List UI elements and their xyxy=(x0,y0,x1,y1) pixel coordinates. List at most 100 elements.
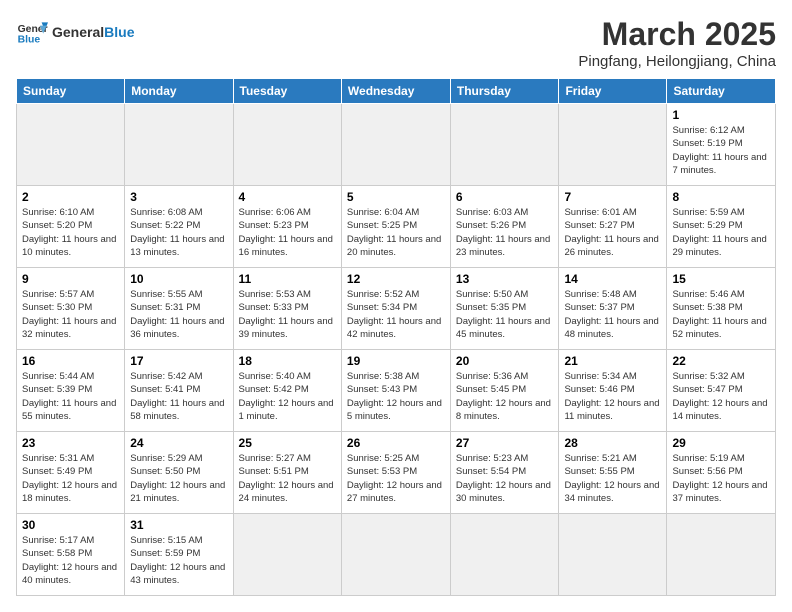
day-number: 28 xyxy=(564,436,661,450)
calendar-day-cell: 28 Sunrise: 5:21 AM Sunset: 5:55 PM Dayli… xyxy=(559,432,667,514)
calendar-day-cell: 24 Sunrise: 5:29 AM Sunset: 5:50 PM Dayli… xyxy=(125,432,233,514)
weekday-header: Friday xyxy=(559,79,667,104)
calendar-day-cell: 13 Sunrise: 5:50 AM Sunset: 5:35 PM Dayli… xyxy=(450,268,559,350)
calendar-day-cell: 29 Sunrise: 5:19 AM Sunset: 5:56 PM Dayli… xyxy=(667,432,776,514)
day-info: Sunrise: 5:23 AM Sunset: 5:54 PM Dayligh… xyxy=(456,452,554,505)
day-info: Sunrise: 5:31 AM Sunset: 5:49 PM Dayligh… xyxy=(22,452,119,505)
day-number: 14 xyxy=(564,272,661,286)
calendar-week-row: 9 Sunrise: 5:57 AM Sunset: 5:30 PM Daylig… xyxy=(17,268,776,350)
day-info: Sunrise: 5:17 AM Sunset: 5:58 PM Dayligh… xyxy=(22,534,119,587)
calendar-day-cell xyxy=(559,514,667,596)
day-number: 26 xyxy=(347,436,445,450)
calendar-day-cell: 31 Sunrise: 5:15 AM Sunset: 5:59 PM Dayli… xyxy=(125,514,233,596)
day-info: Sunrise: 5:29 AM Sunset: 5:50 PM Dayligh… xyxy=(130,452,227,505)
weekday-header: Monday xyxy=(125,79,233,104)
calendar-day-cell: 21Sunrise: 5:34 AM Sunset: 5:46 PM Dayli… xyxy=(559,350,667,432)
day-info: Sunrise: 5:40 AM Sunset: 5:42 PM Dayligh… xyxy=(239,370,336,423)
day-info: Sunrise: 5:57 AM Sunset: 5:30 PM Dayligh… xyxy=(22,288,119,341)
svg-text:Blue: Blue xyxy=(18,34,41,45)
calendar-day-cell xyxy=(450,514,559,596)
calendar-day-cell: 10Sunrise: 5:55 AM Sunset: 5:31 PM Dayli… xyxy=(125,268,233,350)
day-info: Sunrise: 5:19 AM Sunset: 5:56 PM Dayligh… xyxy=(672,452,770,505)
day-number: 16 xyxy=(22,354,119,368)
calendar-day-cell: 25Sunrise: 5:27 AM Sunset: 5:51 PM Dayli… xyxy=(233,432,341,514)
calendar-day-cell: 14 Sunrise: 5:48 AM Sunset: 5:37 PM Dayli… xyxy=(559,268,667,350)
weekday-header: Thursday xyxy=(450,79,559,104)
calendar-day-cell: 7Sunrise: 6:01 AM Sunset: 5:27 PM Daylig… xyxy=(559,186,667,268)
calendar-day-cell: 9 Sunrise: 5:57 AM Sunset: 5:30 PM Daylig… xyxy=(17,268,125,350)
day-number: 8 xyxy=(672,190,770,204)
logo-icon: General Blue xyxy=(16,16,48,48)
day-number: 6 xyxy=(456,190,554,204)
calendar-day-cell: 1 Sunrise: 6:12 AM Sunset: 5:19 PM Daylig… xyxy=(667,104,776,186)
day-info: Sunrise: 5:27 AM Sunset: 5:51 PM Dayligh… xyxy=(239,452,336,505)
day-info: Sunrise: 5:15 AM Sunset: 5:59 PM Dayligh… xyxy=(130,534,227,587)
day-info: Sunrise: 5:21 AM Sunset: 5:55 PM Dayligh… xyxy=(564,452,661,505)
location-subtitle: Pingfang, Heilongjiang, China xyxy=(578,53,776,70)
day-number: 2 xyxy=(22,190,119,204)
day-info: Sunrise: 5:25 AM Sunset: 5:53 PM Dayligh… xyxy=(347,452,445,505)
calendar-day-cell: 3 Sunrise: 6:08 AM Sunset: 5:22 PM Daylig… xyxy=(125,186,233,268)
day-number: 9 xyxy=(22,272,119,286)
day-number: 12 xyxy=(347,272,445,286)
day-info: Sunrise: 5:50 AM Sunset: 5:35 PM Dayligh… xyxy=(456,288,554,341)
day-number: 4 xyxy=(239,190,336,204)
calendar-day-cell: 18 Sunrise: 5:40 AM Sunset: 5:42 PM Dayli… xyxy=(233,350,341,432)
calendar-day-cell: 16 Sunrise: 5:44 AM Sunset: 5:39 PM Dayli… xyxy=(17,350,125,432)
day-number: 1 xyxy=(672,108,770,122)
day-number: 3 xyxy=(130,190,227,204)
month-title: March 2025 xyxy=(578,16,776,53)
day-info: Sunrise: 5:38 AM Sunset: 5:43 PM Dayligh… xyxy=(347,370,445,423)
calendar-day-cell xyxy=(559,104,667,186)
logo: General Blue GeneralBlue xyxy=(16,16,134,48)
day-info: Sunrise: 5:53 AM Sunset: 5:33 PM Dayligh… xyxy=(239,288,336,341)
day-info: Sunrise: 6:01 AM Sunset: 5:27 PM Dayligh… xyxy=(564,206,661,259)
day-number: 11 xyxy=(239,272,336,286)
calendar-day-cell: 20 Sunrise: 5:36 AM Sunset: 5:45 PM Dayli… xyxy=(450,350,559,432)
calendar-day-cell: 15Sunrise: 5:46 AM Sunset: 5:38 PM Dayli… xyxy=(667,268,776,350)
day-info: Sunrise: 5:34 AM Sunset: 5:46 PM Dayligh… xyxy=(564,370,661,423)
calendar-day-cell: 5Sunrise: 6:04 AM Sunset: 5:25 PM Daylig… xyxy=(341,186,450,268)
calendar-day-cell: 17 Sunrise: 5:42 AM Sunset: 5:41 PM Dayli… xyxy=(125,350,233,432)
calendar-day-cell: 23 Sunrise: 5:31 AM Sunset: 5:49 PM Dayli… xyxy=(17,432,125,514)
calendar-day-cell: 27Sunrise: 5:23 AM Sunset: 5:54 PM Dayli… xyxy=(450,432,559,514)
day-info: Sunrise: 5:42 AM Sunset: 5:41 PM Dayligh… xyxy=(130,370,227,423)
day-info: Sunrise: 6:12 AM Sunset: 5:19 PM Dayligh… xyxy=(672,124,770,177)
calendar-day-cell xyxy=(17,104,125,186)
day-number: 31 xyxy=(130,518,227,532)
day-info: Sunrise: 5:59 AM Sunset: 5:29 PM Dayligh… xyxy=(672,206,770,259)
logo-general-text: GeneralBlue xyxy=(52,24,134,40)
calendar-week-row: 30Sunrise: 5:17 AM Sunset: 5:58 PM Dayli… xyxy=(17,514,776,596)
day-info: Sunrise: 6:08 AM Sunset: 5:22 PM Dayligh… xyxy=(130,206,227,259)
day-number: 17 xyxy=(130,354,227,368)
day-info: Sunrise: 5:55 AM Sunset: 5:31 PM Dayligh… xyxy=(130,288,227,341)
calendar-day-cell: 26 Sunrise: 5:25 AM Sunset: 5:53 PM Dayli… xyxy=(341,432,450,514)
calendar-day-cell xyxy=(125,104,233,186)
day-number: 22 xyxy=(672,354,770,368)
day-info: Sunrise: 5:36 AM Sunset: 5:45 PM Dayligh… xyxy=(456,370,554,423)
calendar-day-cell xyxy=(450,104,559,186)
day-info: Sunrise: 5:52 AM Sunset: 5:34 PM Dayligh… xyxy=(347,288,445,341)
day-number: 18 xyxy=(239,354,336,368)
day-number: 23 xyxy=(22,436,119,450)
calendar-day-cell: 4 Sunrise: 6:06 AM Sunset: 5:23 PM Daylig… xyxy=(233,186,341,268)
weekday-header: Sunday xyxy=(17,79,125,104)
day-number: 19 xyxy=(347,354,445,368)
calendar-day-cell xyxy=(341,104,450,186)
day-info: Sunrise: 5:44 AM Sunset: 5:39 PM Dayligh… xyxy=(22,370,119,423)
calendar-day-cell: 11 Sunrise: 5:53 AM Sunset: 5:33 PM Dayli… xyxy=(233,268,341,350)
day-number: 24 xyxy=(130,436,227,450)
day-number: 29 xyxy=(672,436,770,450)
day-info: Sunrise: 5:48 AM Sunset: 5:37 PM Dayligh… xyxy=(564,288,661,341)
calendar-header-row: SundayMondayTuesdayWednesdayThursdayFrid… xyxy=(17,79,776,104)
calendar-day-cell: 22Sunrise: 5:32 AM Sunset: 5:47 PM Dayli… xyxy=(667,350,776,432)
day-info: Sunrise: 6:06 AM Sunset: 5:23 PM Dayligh… xyxy=(239,206,336,259)
day-info: Sunrise: 6:10 AM Sunset: 5:20 PM Dayligh… xyxy=(22,206,119,259)
calendar-day-cell: 19 Sunrise: 5:38 AM Sunset: 5:43 PM Dayli… xyxy=(341,350,450,432)
day-number: 13 xyxy=(456,272,554,286)
calendar-table: SundayMondayTuesdayWednesdayThursdayFrid… xyxy=(16,78,776,596)
title-block: March 2025 Pingfang, Heilongjiang, China xyxy=(578,16,776,70)
day-number: 20 xyxy=(456,354,554,368)
calendar-day-cell xyxy=(667,514,776,596)
day-number: 15 xyxy=(672,272,770,286)
